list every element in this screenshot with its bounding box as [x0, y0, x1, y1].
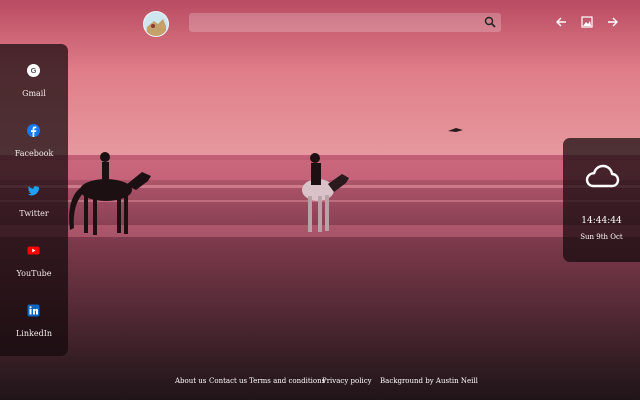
arrow-left-icon[interactable]	[555, 16, 567, 28]
sidebar-item-gmail[interactable]: G Gmail	[0, 64, 68, 124]
sidebar-item-twitter[interactable]: Twitter	[0, 184, 68, 244]
clock-date: Sun 9th Oct	[580, 233, 623, 241]
image-icon[interactable]	[581, 16, 593, 28]
search-input[interactable]	[195, 13, 479, 34]
youtube-icon	[27, 246, 40, 255]
sidebar-item-label: YouTube	[16, 269, 52, 278]
search-bar[interactable]	[189, 13, 501, 34]
terms-link[interactable]: Terms and conditions	[249, 377, 325, 385]
arrow-right-icon[interactable]	[607, 16, 619, 28]
twitter-icon	[27, 186, 40, 196]
sidebar-item-label: LinkedIn	[15, 329, 53, 338]
google-icon: G	[27, 64, 40, 77]
clock-weather-widget: 14:44:44 Sun 9th Oct	[563, 138, 640, 262]
about-link[interactable]: About us	[175, 377, 206, 385]
sidebar-item-label: Gmail	[22, 89, 46, 98]
sidebar-item-label: Twitter	[19, 209, 49, 218]
sidebar-item-linkedin[interactable]: LinkedIn	[0, 304, 68, 364]
svg-text:G: G	[31, 66, 37, 75]
cloud-icon	[585, 164, 620, 188]
clock-time: 14:44:44	[581, 216, 622, 226]
background-photo	[0, 0, 640, 400]
footer: About us Contact us Terms and conditions…	[0, 377, 640, 389]
contact-link[interactable]: Contact us	[209, 377, 247, 385]
app-logo[interactable]	[143, 11, 169, 37]
sidebar-item-facebook[interactable]: Facebook	[0, 124, 68, 184]
linkedin-icon	[27, 304, 40, 317]
sidebar-item-youtube[interactable]: YouTube	[0, 244, 68, 304]
search-icon[interactable]	[484, 16, 496, 28]
social-sidebar: G Gmail Facebook Twitter YouTube LinkedI…	[0, 44, 68, 356]
facebook-icon	[27, 124, 40, 137]
background-credit-link[interactable]: Background by Austin Neill	[380, 377, 478, 385]
sidebar-item-label: Facebook	[14, 149, 54, 158]
logo-image	[144, 12, 168, 36]
privacy-link[interactable]: Privacy policy	[322, 377, 372, 385]
